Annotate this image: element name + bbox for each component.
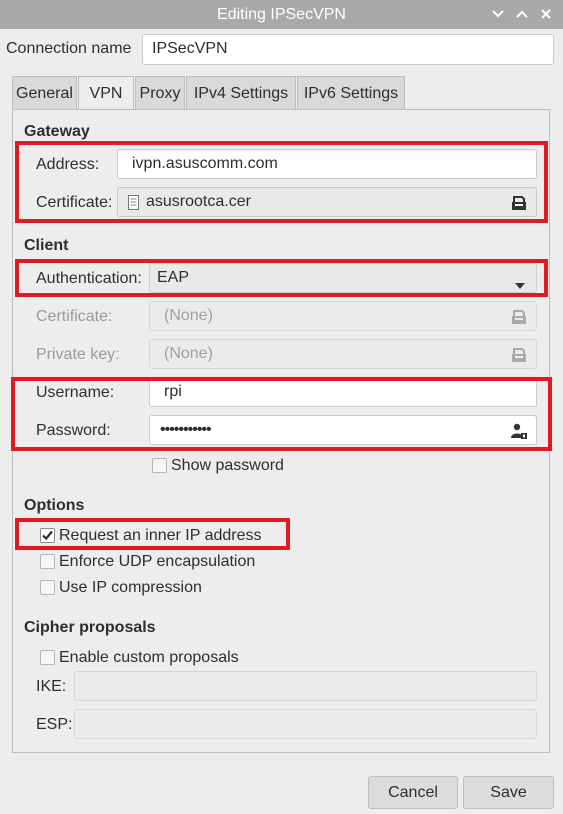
enforce-udp-checkbox[interactable] — [40, 554, 55, 569]
tab-general[interactable]: General — [12, 76, 77, 109]
esp-input[interactable] — [74, 709, 537, 739]
client-heading: Client — [24, 237, 69, 254]
inner-ip-highlight — [15, 518, 290, 550]
connection-name-input[interactable]: IPSecVPN — [142, 34, 554, 65]
cancel-button[interactable]: Cancel — [368, 776, 458, 809]
connection-name-label: Connection name — [6, 40, 132, 57]
open-file-icon — [510, 308, 528, 326]
client-certificate-chooser[interactable]: (None) — [149, 301, 537, 331]
ip-compression-label: Use IP compression — [59, 579, 202, 596]
ip-compression-checkbox[interactable] — [40, 580, 55, 595]
tab-proxy[interactable]: Proxy — [135, 76, 185, 109]
tab-ipv6-settings[interactable]: IPv6 Settings — [297, 76, 405, 109]
private-key-label: Private key: — [36, 346, 120, 363]
close-icon[interactable] — [536, 4, 556, 24]
tab-ipv4-settings[interactable]: IPv4 Settings — [186, 76, 296, 109]
authentication-highlight — [15, 259, 548, 297]
options-heading: Options — [24, 497, 85, 514]
gateway-highlight — [15, 141, 548, 223]
enable-custom-proposals-checkbox[interactable] — [40, 650, 55, 665]
maximize-icon[interactable] — [512, 4, 532, 24]
client-certificate-label: Certificate: — [36, 308, 113, 325]
save-button[interactable]: Save — [463, 776, 554, 809]
cipher-proposals-heading: Cipher proposals — [24, 619, 156, 636]
enforce-udp-label: Enforce UDP encapsulation — [59, 553, 256, 570]
show-password-label: Show password — [171, 457, 284, 474]
ike-input[interactable] — [74, 671, 537, 701]
show-password-checkbox[interactable] — [152, 458, 167, 473]
window-title: Editing IPSecVPN — [217, 6, 346, 23]
private-key-chooser[interactable]: (None) — [149, 339, 537, 369]
enable-custom-proposals-label: Enable custom proposals — [59, 649, 239, 666]
credentials-highlight — [11, 377, 552, 451]
minimize-icon[interactable] — [488, 4, 508, 24]
title-bar: Editing IPSecVPN — [0, 0, 563, 29]
gateway-heading: Gateway — [24, 123, 90, 140]
esp-label: ESP: — [36, 716, 73, 733]
ike-label: IKE: — [36, 678, 67, 695]
tab-vpn[interactable]: VPN — [78, 76, 134, 111]
open-file-icon — [510, 346, 528, 364]
